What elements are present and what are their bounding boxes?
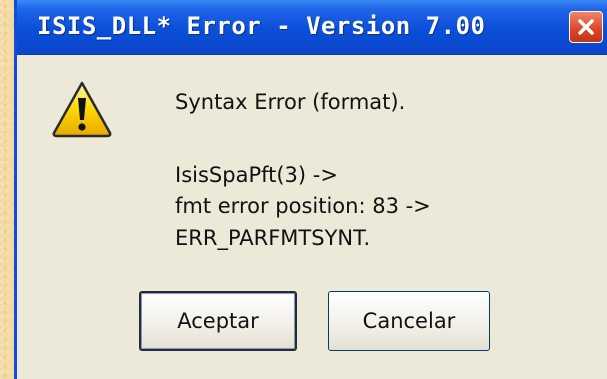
error-dialog: ISIS_DLL* Error - Version 7.00 Syntax Er… — [14, 0, 607, 379]
window-title: ISIS_DLL* Error - Version 7.00 — [37, 12, 486, 40]
error-detail-line: fmt error position: 83 -> — [175, 194, 431, 218]
error-headline: Syntax Error (format). — [175, 90, 406, 114]
accept-button[interactable]: Aceptar — [139, 291, 297, 351]
close-button[interactable] — [569, 11, 603, 43]
cancel-button[interactable]: Cancelar — [328, 291, 490, 351]
error-detail-line: IsisSpaPft(3) -> — [175, 163, 338, 187]
error-detail-line: ERR_PARFMTSYNT. — [175, 226, 371, 250]
close-icon — [578, 19, 594, 35]
title-bar[interactable]: ISIS_DLL* Error - Version 7.00 — [17, 0, 607, 55]
warning-icon — [52, 81, 112, 138]
